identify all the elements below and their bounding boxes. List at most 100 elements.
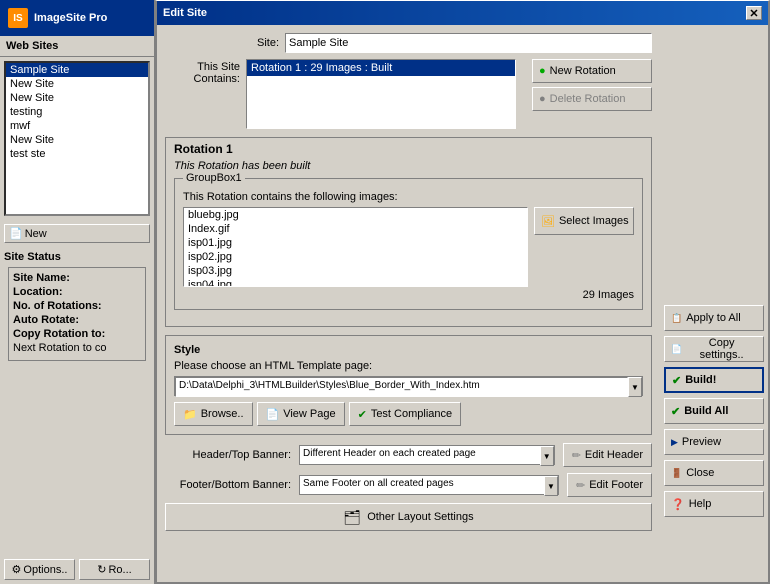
groupbox1: GroupBox1 This Rotation contains the fol… — [174, 178, 643, 310]
rotation-built-text: This Rotation has been built — [174, 160, 643, 172]
list-item: isp01.jpg — [184, 236, 527, 250]
header-row: Header/Top Banner: Different Header on e… — [165, 443, 652, 467]
site-field-row: Site: document.currentScript.previousEle… — [165, 33, 652, 53]
dialog-close-button[interactable]: ✕ — [746, 6, 762, 20]
dialog-title: Edit Site — [163, 7, 207, 19]
footer-value: Same Footer on all created pages — [300, 476, 544, 494]
header-dropdown[interactable]: ▼ — [540, 446, 554, 466]
new-site-button[interactable]: 📄 New — [4, 224, 150, 243]
sidebar-logo: IS ImageSite Pro — [0, 0, 154, 36]
style-title: Style — [174, 344, 643, 356]
site-item-3[interactable]: testing — [6, 105, 148, 119]
view-page-icon: 📄 — [266, 408, 280, 421]
site-item-4[interactable]: mwf — [6, 119, 148, 133]
rotation-section-title: Rotation 1 — [174, 142, 643, 156]
edit-header-icon: ✏ — [572, 449, 581, 462]
sidebar-new-buttons: 📄 New — [0, 220, 154, 247]
status-next-rotation: Next Rotation to co — [13, 342, 141, 354]
test-compliance-icon: ✔ — [358, 408, 367, 421]
build-button[interactable]: ✔ Build! — [664, 367, 764, 393]
site-item-0[interactable]: Sample Site — [6, 63, 148, 77]
edit-footer-button[interactable]: ✏ Edit Footer — [567, 473, 652, 497]
close-button[interactable]: 🚪 Close — [664, 460, 764, 486]
dialog-left-content: Site: document.currentScript.previousEle… — [157, 25, 660, 582]
footer-label: Footer/Bottom Banner: — [165, 479, 295, 491]
status-name: Site Name: — [13, 272, 141, 284]
list-item: isn04.jpg — [184, 278, 527, 287]
sidebar: IS ImageSite Pro Web Sites Sample Site N… — [0, 0, 155, 584]
header-value: Different Header on each created page — [300, 446, 540, 464]
status-rotations: No. of Rotations: — [13, 300, 141, 312]
site-item-5[interactable]: New Site — [6, 133, 148, 147]
build-all-button[interactable]: ✔ Build All — [664, 398, 764, 424]
right-action-buttons: 📋 Apply to All 📄 Copy settings.. ✔ Build… — [660, 25, 768, 582]
copy-icon: 📄 — [671, 344, 682, 355]
select-images-button[interactable]: 🖼 Select Images — [534, 207, 634, 235]
status-location: Location: — [13, 286, 141, 298]
list-item: Index.gif — [184, 222, 527, 236]
delete-rotation-icon: ● — [539, 93, 546, 105]
status-copy-rotation: Copy Rotation to: — [13, 328, 141, 340]
build-check-icon: ✔ — [672, 374, 681, 387]
apply-to-all-button[interactable]: 📋 Apply to All — [664, 305, 764, 331]
site-contains-label: This Site Contains: — [165, 59, 246, 85]
list-item: isp02.jpg — [184, 250, 527, 264]
preview-button[interactable]: ▶ Preview — [664, 429, 764, 455]
style-path-row: D:\Data\Delphi_3\HTMLBuilder\Styles\Blue… — [174, 376, 643, 396]
other-layout-button[interactable]: 🗂 Other Layout Settings — [165, 503, 652, 531]
build-all-icon: ✔ — [671, 405, 680, 418]
status-autorotate: Auto Rotate: — [13, 314, 141, 326]
new-rotation-button[interactable]: ● New Rotation — [532, 59, 652, 83]
edit-footer-icon: ✏ — [576, 479, 585, 492]
logo-icon: IS — [8, 8, 28, 28]
site-input[interactable] — [285, 33, 652, 53]
options-button[interactable]: ⚙ Options.. — [4, 559, 75, 580]
site-item-1[interactable]: New Site — [6, 77, 148, 91]
list-item: isp03.jpg — [184, 264, 527, 278]
edit-site-dialog: Edit Site ✕ Site: document.currentScript… — [155, 0, 770, 584]
select-images-icon: 🖼 — [541, 215, 555, 228]
browse-icon: 📁 — [183, 408, 197, 421]
rotation-action-buttons: ● New Rotation ● Delete Rotation — [532, 59, 652, 111]
images-contains-text: This Rotation contains the following ima… — [183, 191, 634, 203]
browse-button[interactable]: 📁 Browse.. — [174, 402, 253, 426]
footer-row: Footer/Bottom Banner: Same Footer on all… — [165, 473, 652, 497]
style-choose-text: Please choose an HTML Template page: — [174, 360, 643, 372]
other-layout-icon: 🗂 — [343, 509, 361, 526]
site-label: Site: — [165, 37, 285, 49]
web-sites-title: Web Sites — [0, 36, 154, 57]
dialog-titlebar: Edit Site ✕ — [157, 1, 768, 25]
style-buttons-row: 📁 Browse.. 📄 View Page ✔ Test Compliance — [174, 402, 643, 426]
rotation-item-0[interactable]: Rotation 1 : 29 Images : Built — [247, 60, 515, 76]
test-compliance-button[interactable]: ✔ Test Compliance — [349, 402, 462, 426]
edit-header-button[interactable]: ✏ Edit Header — [563, 443, 652, 467]
copy-settings-button[interactable]: 📄 Copy settings.. — [664, 336, 764, 362]
apply-icon: 📋 — [671, 313, 682, 324]
close-icon: 🚪 — [671, 468, 682, 479]
list-item: bluebg.jpg — [184, 208, 527, 222]
preview-icon: ▶ — [671, 437, 678, 448]
groupbox-title: GroupBox1 — [183, 172, 245, 184]
footer-dropdown[interactable]: ▼ — [544, 476, 558, 496]
site-status-section: Site Name: Location: No. of Rotations: A… — [8, 267, 146, 361]
help-button[interactable]: ❓ Help — [664, 491, 764, 517]
logo-text: ImageSite Pro — [34, 12, 107, 24]
rotation-section: Rotation 1 This Rotation has been built … — [165, 137, 652, 327]
images-list-row: bluebg.jpg Index.gif isp01.jpg isp02.jpg… — [183, 207, 634, 287]
web-sites-list: Sample Site New Site New Site testing mw… — [4, 61, 150, 216]
rotations-list: Rotation 1 : 29 Images : Built — [246, 59, 516, 129]
site-item-2[interactable]: New Site — [6, 91, 148, 105]
style-section: Style Please choose an HTML Template pag… — [165, 335, 652, 435]
new-icon: 📄 — [9, 227, 23, 240]
images-count: 29 Images — [183, 289, 634, 301]
style-path-dropdown[interactable]: ▼ — [628, 377, 642, 397]
rotate-icon: ↻ — [97, 563, 106, 576]
delete-rotation-button[interactable]: ● Delete Rotation — [532, 87, 652, 111]
site-status-title: Site Status — [4, 251, 150, 263]
rotate-button[interactable]: ↻ Ro... — [79, 559, 150, 580]
new-rotation-icon: ● — [539, 65, 546, 77]
style-path-display: D:\Data\Delphi_3\HTMLBuilder\Styles\Blue… — [175, 377, 628, 397]
site-contains-row: This Site Contains: Rotation 1 : 29 Imag… — [165, 59, 652, 129]
view-page-button[interactable]: 📄 View Page — [257, 402, 345, 426]
site-item-6[interactable]: test ste — [6, 147, 148, 161]
